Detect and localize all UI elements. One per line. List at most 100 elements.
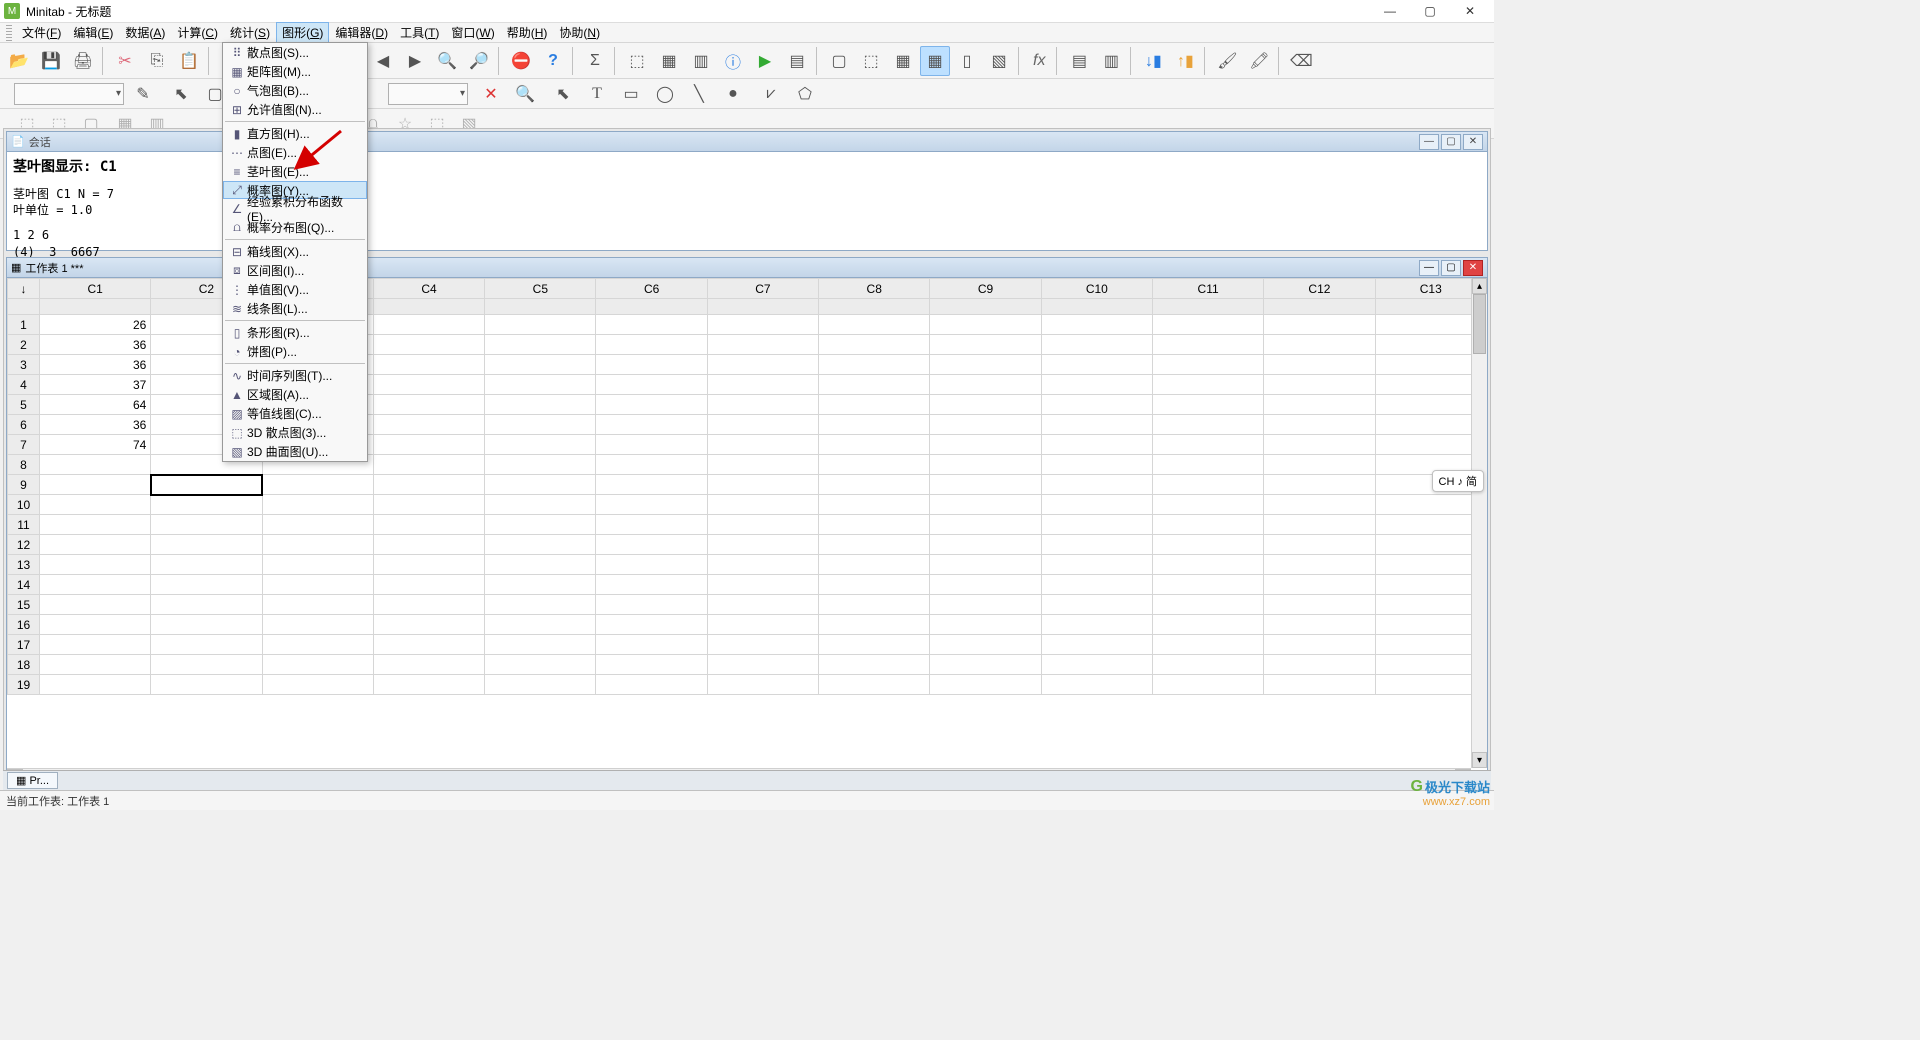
cell[interactable] — [485, 495, 596, 515]
col-header[interactable]: C5 — [485, 279, 596, 299]
cell[interactable]: 74 — [40, 435, 151, 455]
cell[interactable] — [485, 595, 596, 615]
cut-button[interactable]: ✂ — [110, 46, 140, 76]
menu-item[interactable]: ⋮单值图(V)... — [223, 280, 367, 299]
cell[interactable] — [373, 495, 484, 515]
cell[interactable] — [1375, 575, 1486, 595]
cell[interactable] — [1375, 335, 1486, 355]
cell[interactable] — [1152, 555, 1263, 575]
menu-item[interactable]: ⩍概率分布图(Q)... — [223, 218, 367, 237]
menu-item[interactable]: ▨等值线图(C)... — [223, 404, 367, 423]
cell[interactable] — [930, 575, 1041, 595]
row-header[interactable]: 4 — [8, 375, 40, 395]
row-header[interactable]: 10 — [8, 495, 40, 515]
cell[interactable] — [485, 355, 596, 375]
cell[interactable] — [596, 475, 707, 495]
cell[interactable] — [1375, 655, 1486, 675]
delete-button[interactable]: ✕ — [476, 79, 506, 109]
cell[interactable] — [373, 395, 484, 415]
cell[interactable] — [819, 495, 930, 515]
cell[interactable] — [373, 535, 484, 555]
cell[interactable] — [1375, 415, 1486, 435]
pointer-tool[interactable]: ⬉ — [166, 79, 196, 109]
col-name[interactable] — [40, 299, 151, 315]
maximize-button[interactable]: ▢ — [1410, 0, 1450, 23]
cell[interactable] — [1041, 315, 1152, 335]
cell[interactable] — [1375, 595, 1486, 615]
cell[interactable] — [1152, 515, 1263, 535]
cell[interactable] — [707, 455, 818, 475]
cell[interactable] — [151, 475, 262, 495]
tool-14[interactable]: ▥ — [1096, 46, 1126, 76]
session-close-button[interactable]: ✕ — [1463, 134, 1483, 150]
cell[interactable] — [930, 455, 1041, 475]
cell[interactable] — [707, 435, 818, 455]
cell[interactable] — [373, 595, 484, 615]
cell[interactable] — [1375, 555, 1486, 575]
cell[interactable] — [707, 655, 818, 675]
cell[interactable] — [262, 595, 373, 615]
cell[interactable] — [707, 375, 818, 395]
row-header[interactable]: 7 — [8, 435, 40, 455]
tool-2[interactable]: ▦ — [654, 46, 684, 76]
cell[interactable] — [1264, 595, 1375, 615]
row-header[interactable]: 2 — [8, 335, 40, 355]
cell[interactable] — [819, 335, 930, 355]
open-button[interactable]: 📂 — [4, 46, 34, 76]
cell[interactable] — [485, 655, 596, 675]
cell[interactable] — [485, 375, 596, 395]
menu-c[interactable]: 计算(C) — [171, 22, 224, 43]
row-header[interactable]: 17 — [8, 635, 40, 655]
vertical-scrollbar[interactable]: ▴▾ — [1471, 278, 1487, 768]
col-name[interactable] — [1264, 299, 1375, 315]
cell[interactable] — [1264, 515, 1375, 535]
row-header[interactable]: 19 — [8, 675, 40, 695]
cell[interactable] — [819, 375, 930, 395]
cell[interactable] — [1264, 535, 1375, 555]
cell[interactable]: 36 — [40, 335, 151, 355]
cell[interactable] — [707, 395, 818, 415]
cell[interactable] — [40, 615, 151, 635]
cell[interactable] — [1152, 395, 1263, 415]
menu-item[interactable]: ▮直方图(H)... — [223, 124, 367, 143]
row-header[interactable]: 6 — [8, 415, 40, 435]
col-header[interactable]: C10 — [1041, 279, 1152, 299]
cell[interactable] — [485, 615, 596, 635]
worksheet-view-button[interactable]: ▦ — [920, 46, 950, 76]
cell[interactable] — [1041, 515, 1152, 535]
info-button[interactable]: ⓘ — [718, 46, 748, 76]
cell[interactable] — [819, 615, 930, 635]
cell[interactable] — [1041, 335, 1152, 355]
menu-w[interactable]: 窗口(W) — [445, 22, 500, 43]
cell[interactable] — [819, 315, 930, 335]
cell[interactable] — [151, 535, 262, 555]
cell[interactable] — [596, 655, 707, 675]
cell[interactable] — [707, 575, 818, 595]
cell[interactable] — [373, 415, 484, 435]
cell[interactable] — [1041, 455, 1152, 475]
col-name[interactable] — [819, 299, 930, 315]
cell[interactable] — [485, 675, 596, 695]
cell[interactable] — [1152, 315, 1263, 335]
cell[interactable] — [373, 655, 484, 675]
cell[interactable] — [596, 595, 707, 615]
col-name[interactable] — [1152, 299, 1263, 315]
worksheet-max-button[interactable]: ▢ — [1441, 260, 1461, 276]
cell[interactable] — [262, 655, 373, 675]
menu-s[interactable]: 统计(S) — [224, 22, 276, 43]
cell[interactable] — [373, 615, 484, 635]
editbar-gripper[interactable] — [4, 84, 10, 104]
cell[interactable] — [596, 355, 707, 375]
cell[interactable] — [819, 655, 930, 675]
cell[interactable] — [707, 355, 818, 375]
cell[interactable] — [40, 655, 151, 675]
cell[interactable] — [485, 515, 596, 535]
cell[interactable] — [1152, 455, 1263, 475]
cell[interactable] — [151, 495, 262, 515]
zoom-button[interactable]: 🔍 — [510, 79, 540, 109]
cell[interactable]: 36 — [40, 355, 151, 375]
font-combo[interactable]: ▾ — [14, 83, 124, 105]
cell[interactable] — [930, 675, 1041, 695]
cell[interactable] — [596, 675, 707, 695]
cell[interactable] — [707, 535, 818, 555]
